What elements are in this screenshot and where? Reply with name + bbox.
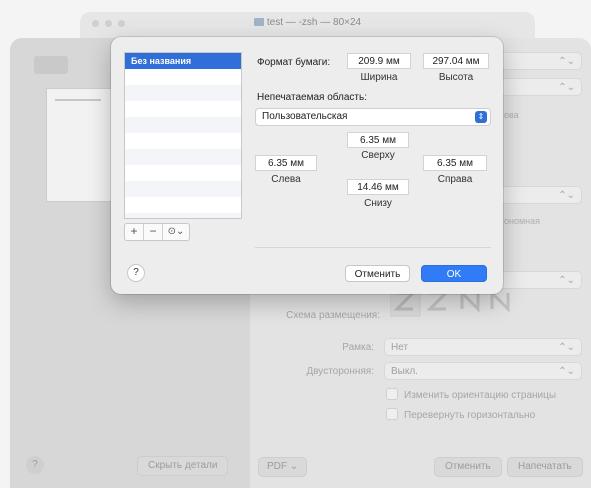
checkbox-box (386, 388, 398, 400)
nonprintable-popup[interactable]: Пользовательская ⇕ (255, 108, 491, 126)
change-orientation-label: Изменить ориентацию страницы (404, 390, 557, 401)
terminal-titlebar[interactable]: test — -zsh — 80×24 (80, 12, 535, 34)
nonprintable-value: Пользовательская (262, 111, 348, 122)
updown-chevron-icon: ⌃⌄ (558, 275, 575, 286)
empty-list-row (125, 117, 241, 133)
cancel-button[interactable]: Отменить (345, 265, 410, 282)
border-select[interactable]: Нет ⌃⌄ (384, 338, 582, 356)
orientation-select[interactable]: ⌃⌄ (494, 186, 582, 204)
print-cancel-button[interactable]: Отменить (434, 457, 502, 477)
list-controls: + − ⊙⌄ (124, 223, 190, 241)
partial-label-2: ономная (504, 216, 541, 226)
empty-list-row (125, 181, 241, 197)
layout-scheme-label: Схема размещения: (286, 310, 380, 321)
help-button[interactable]: ? (127, 264, 145, 282)
page-thumbnail-control[interactable] (34, 56, 68, 74)
print-button[interactable]: Напечатать (507, 457, 583, 477)
updown-chevron-icon: ⌃⌄ (558, 342, 575, 353)
preview-text-line (55, 99, 101, 101)
chevron-down-icon: ⌄ (289, 461, 299, 472)
add-button[interactable]: + (125, 224, 144, 240)
left-margin-field[interactable]: 6.35 мм (255, 155, 317, 171)
separator (255, 247, 491, 248)
empty-list-row (125, 69, 241, 85)
empty-list-row (125, 149, 241, 165)
bottom-margin-field[interactable]: 14.46 мм (347, 179, 409, 195)
ok-button[interactable]: OK (421, 265, 487, 282)
printer-select[interactable]: ⌃⌄ (494, 52, 582, 70)
width-field[interactable]: 209.9 мм (347, 53, 411, 69)
left-margin-label: Слева (271, 174, 301, 185)
border-value: Нет (391, 342, 409, 353)
top-margin-label: Сверху (361, 150, 395, 161)
right-margin-field[interactable]: 6.35 мм (423, 155, 487, 171)
duplex-value: Выкл. (391, 366, 418, 377)
duplex-label: Двусторонняя: (306, 366, 374, 377)
right-margin-label: Справа (437, 174, 473, 185)
duplex-select[interactable]: Выкл. ⌃⌄ (384, 362, 582, 380)
checkbox-box (386, 408, 398, 420)
updown-chevron-icon: ⇕ (475, 111, 487, 123)
empty-list-row (125, 133, 241, 149)
presets-select[interactable]: ⌃⌄ (494, 78, 582, 96)
updown-chevron-icon: ⌃⌄ (558, 366, 575, 377)
empty-list-row (125, 197, 241, 213)
width-label: Ширина (360, 72, 398, 83)
pdf-menu-button[interactable]: PDF ⌄ (258, 457, 308, 477)
flip-horizontal-label: Перевернуть горизонтально (404, 410, 536, 421)
height-field[interactable]: 297.04 мм (423, 53, 489, 69)
flip-horizontal-checkbox[interactable]: Перевернуть горизонтально (386, 408, 535, 421)
terminal-title-text: test — -zsh — 80×24 (266, 17, 362, 28)
top-margin-field[interactable]: 6.35 мм (347, 132, 409, 148)
terminal-title: test — -zsh — 80×24 (80, 17, 535, 28)
page-setup-sheet: Без названия + − ⊙⌄ Формат бумаги: 209.9… (111, 37, 503, 294)
height-label: Высота (438, 72, 474, 83)
nonprintable-label: Непечатаемая область: (257, 92, 368, 103)
empty-list-row (125, 101, 241, 117)
print-help-button[interactable]: ? (26, 456, 44, 474)
paper-size-list[interactable]: Без названия (124, 52, 242, 219)
empty-list-row (125, 85, 241, 101)
paper-format-label: Формат бумаги: (257, 57, 331, 68)
updown-chevron-icon: ⌃⌄ (558, 190, 575, 201)
bottom-margin-label: Снизу (364, 198, 392, 209)
updown-chevron-icon: ⌃⌄ (558, 56, 575, 67)
empty-list-row (125, 165, 241, 181)
remove-button[interactable]: − (144, 224, 163, 240)
updown-chevron-icon: ⌃⌄ (558, 82, 575, 93)
paper-size-item[interactable]: Без названия (125, 53, 241, 69)
folder-icon (253, 18, 264, 26)
hide-details-button[interactable]: Скрыть детали (137, 456, 229, 476)
partial-label: ова (504, 110, 519, 120)
change-orientation-checkbox[interactable]: Изменить ориентацию страницы (386, 388, 556, 401)
empty-list-row (125, 213, 241, 218)
border-label: Рамка: (342, 342, 374, 353)
gear-menu-button[interactable]: ⊙⌄ (163, 224, 189, 240)
pdf-label: PDF (267, 461, 287, 472)
